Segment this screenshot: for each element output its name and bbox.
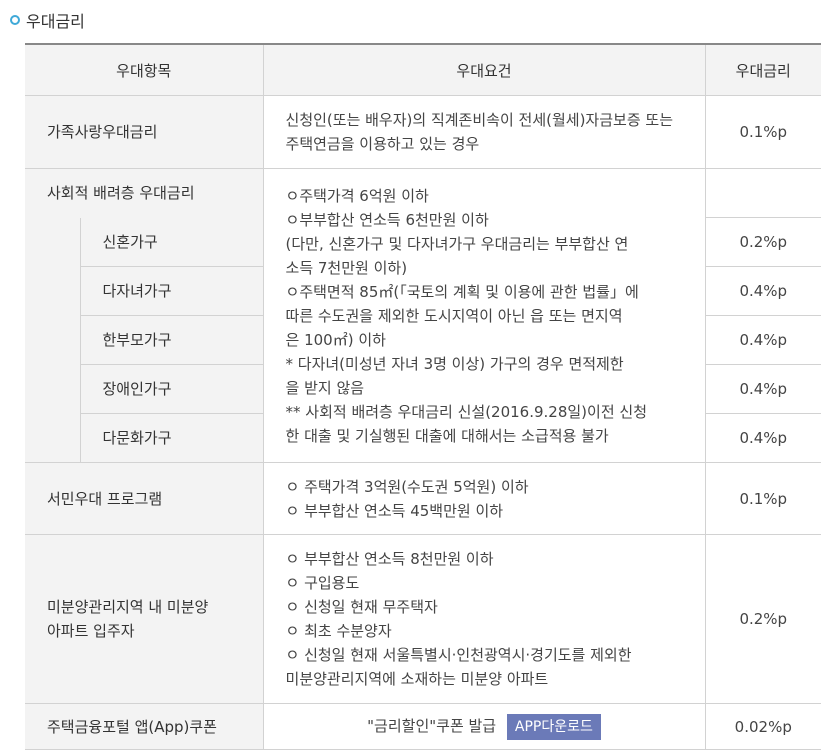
condition-line: ㅇ 부부합산 연소득 45백만원 이하 xyxy=(285,501,504,520)
condition-line: ㅇ 신청일 현재 서울특별시·인천광역시·경기도를 제외한 xyxy=(285,646,632,664)
circle-bullet-icon xyxy=(10,15,20,25)
header-rate: 우대금리 xyxy=(704,43,821,96)
table-row: 미분양관리지역 내 미분양 아파트 입주자 ㅇ 부부합산 연소득 8천만원 이하… xyxy=(25,534,821,704)
condition-line: 을 받지 않음 xyxy=(285,378,365,397)
item-line: 미분양관리지역 내 미분양 xyxy=(47,598,209,616)
item-family: 가족사랑우대금리 xyxy=(25,95,264,169)
condition-app: "금리할인"쿠폰 발급 APP다운로드 xyxy=(262,703,706,750)
sub-single-parent: 한부모가구 xyxy=(79,315,264,365)
app-download-button[interactable]: APP다운로드 xyxy=(506,713,601,740)
table-row: 사회적 배려층 우대금리 ㅇ주택가격 6억원 이하 ㅇ부부합산 연소득 6천만원… xyxy=(25,168,821,463)
item-seomin: 서민우대 프로그램 xyxy=(25,462,264,535)
rate-seomin: 0.1%p xyxy=(704,462,821,535)
rate-single-parent: 0.4%p xyxy=(704,315,821,365)
rate-newlywed: 0.2%p xyxy=(704,217,821,267)
table-row: 서민우대 프로그램 ㅇ 주택가격 3억원(수도권 5억원) 이하 ㅇ 부부합산 … xyxy=(25,462,821,535)
indent-cell xyxy=(25,217,80,463)
condition-line: ㅇ 최초 수분양자 xyxy=(285,622,392,640)
condition-seomin: ㅇ 주택가격 3억원(수도권 5억원) 이하 ㅇ 부부합산 연소득 45백만원 … xyxy=(262,462,706,535)
table-row: 주택금융포털 앱(App)쿠폰 "금리할인"쿠폰 발급 APP다운로드 0.02… xyxy=(25,703,821,750)
condition-line: ㅇ부부합산 연소득 6천만원 이하 xyxy=(285,210,489,229)
header-condition: 우대요건 xyxy=(262,43,706,96)
sub-disabled: 장애인가구 xyxy=(79,364,264,414)
rate-multicultural: 0.4%p xyxy=(704,413,821,463)
rate-social-empty xyxy=(704,168,821,218)
condition-app-text: "금리할인"쿠폰 발급 xyxy=(367,716,497,735)
condition-line: ** 사회적 배려층 우대금리 신설(2016.9.28일)이전 신청 xyxy=(285,402,648,421)
sub-multichild: 다자녀가구 xyxy=(79,266,264,316)
condition-line: 따른 수도권을 제외한 도시지역이 아닌 읍 또는 면지역 xyxy=(285,306,623,325)
rate-family: 0.1%p xyxy=(704,95,821,169)
item-line: 아파트 입주자 xyxy=(47,622,135,640)
rate-app: 0.02%p xyxy=(704,703,821,750)
condition-family: 신청인(또는 배우자)의 직계존비속이 전세(월세)자금보증 또는 주택연금을 … xyxy=(262,95,706,169)
condition-social: ㅇ주택가격 6억원 이하 ㅇ부부합산 연소득 6천만원 이하 (다만, 신혼가구… xyxy=(262,168,706,463)
sub-newlywed: 신혼가구 xyxy=(79,217,264,267)
rate-unsold: 0.2%p xyxy=(704,534,821,704)
condition-line: 한 대출 및 기실행된 대출에 대해서는 소급적용 불가 xyxy=(285,426,609,445)
condition-line: 소득 7천만원 이하) xyxy=(285,258,408,277)
condition-unsold: ㅇ 부부합산 연소득 8천만원 이하 ㅇ 구입용도 ㅇ 신청일 현재 무주택자 … xyxy=(262,534,706,704)
item-unsold: 미분양관리지역 내 미분양 아파트 입주자 xyxy=(25,534,264,704)
header-item: 우대항목 xyxy=(25,43,264,96)
condition-line: ㅇ 부부합산 연소득 8천만원 이하 xyxy=(285,550,494,568)
rate-multichild: 0.4%p xyxy=(704,266,821,316)
section-title-text: 우대금리 xyxy=(26,12,85,31)
preferential-rate-table: 우대항목 우대요건 우대금리 가족사랑우대금리 신청인(또는 배우자)의 직계존… xyxy=(25,43,821,750)
condition-line: * 다자녀(미성년 자녀 3명 이상) 가구의 경우 면적제한 xyxy=(285,354,624,373)
condition-line: ㅇ 구입용도 xyxy=(285,574,360,592)
condition-line: ㅇ주택가격 6억원 이하 xyxy=(285,186,429,205)
sub-multicultural: 다문화가구 xyxy=(79,413,264,463)
rate-disabled: 0.4%p xyxy=(704,364,821,414)
table-header-row: 우대항목 우대요건 우대금리 xyxy=(25,43,821,96)
condition-line: (다만, 신혼가구 및 다자녀가구 우대금리는 부부합산 연 xyxy=(285,234,629,253)
condition-line: 미분양관리지역에 소재하는 미분양 아파트 xyxy=(285,670,549,688)
condition-line: ㅇ 신청일 현재 무주택자 xyxy=(285,598,438,616)
table-row: 가족사랑우대금리 신청인(또는 배우자)의 직계존비속이 전세(월세)자금보증 … xyxy=(25,95,821,169)
item-social: 사회적 배려층 우대금리 xyxy=(25,168,264,218)
condition-line: 은 100㎡) 이하 xyxy=(285,330,386,349)
section-title: 우대금리 xyxy=(10,8,85,32)
condition-line: ㅇ주택면적 85㎡(「국토의 계획 및 이용에 관한 법률」에 xyxy=(285,282,639,301)
item-app: 주택금융포털 앱(App)쿠폰 xyxy=(25,703,264,750)
condition-line: ㅇ 주택가격 3억원(수도권 5억원) 이하 xyxy=(285,477,529,496)
